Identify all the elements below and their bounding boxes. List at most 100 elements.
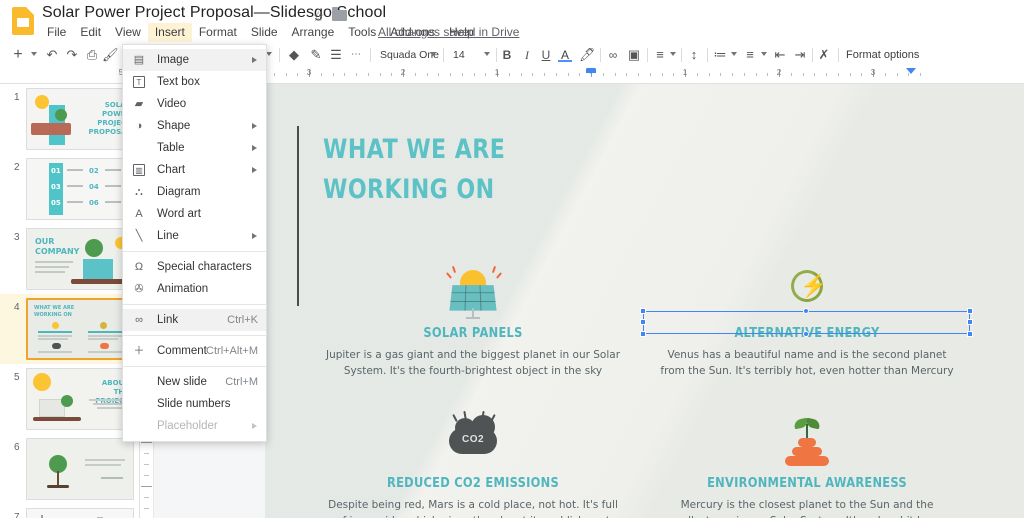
content-cell-solar-panels[interactable]: SOLAR PANELS Jupiter is a gas giant and … bbox=[323, 264, 623, 379]
insert-menu-item-special-characters[interactable]: Ω Special characters bbox=[123, 256, 266, 278]
slide-thumbnail-7[interactable]: 7 bbox=[0, 504, 139, 518]
slide-thumbnail-image[interactable]: SOLAR POWER PROJECT PROPOSAL bbox=[26, 88, 134, 150]
ruler-tick bbox=[144, 475, 149, 476]
clear-formatting-icon[interactable]: ✗ bbox=[816, 47, 832, 63]
slide-canvas-area[interactable]: WHAT WE ARE WORKING ON SOLAR PANELS Jupi… bbox=[140, 84, 1024, 518]
insert-menu-item-line[interactable]: ╲ Line bbox=[123, 225, 266, 247]
slide-thumbnail-3[interactable]: 3 OUR COMPANY bbox=[0, 224, 139, 294]
underline-icon[interactable]: U bbox=[539, 47, 553, 63]
insert-menu-item-animation[interactable]: ✇ Animation bbox=[123, 278, 266, 300]
line-spacing-icon[interactable]: ↕ bbox=[686, 47, 702, 63]
left-indent-marker[interactable] bbox=[586, 68, 596, 74]
new-slide-icon[interactable]: + bbox=[10, 47, 26, 63]
align-dropdown-icon[interactable] bbox=[670, 52, 676, 56]
insert-comment-icon[interactable]: ▣ bbox=[626, 47, 642, 63]
menu-slide[interactable]: Slide bbox=[244, 23, 285, 42]
line-dash-icon[interactable]: ⋯ bbox=[348, 47, 364, 63]
slide-thumbnail-1[interactable]: 1 SOLAR POWER PROJECT PROPOSAL bbox=[0, 84, 139, 154]
insert-menu-item-table[interactable]: Table bbox=[123, 137, 266, 159]
folder-icon[interactable] bbox=[332, 7, 348, 24]
ruler-number: 3 bbox=[870, 68, 876, 77]
new-slide-dropdown-icon[interactable] bbox=[31, 52, 37, 56]
bulleted-list-icon[interactable]: ≡ bbox=[742, 47, 758, 63]
insert-menu-item-link[interactable]: ∞ Link Ctrl+K bbox=[123, 309, 266, 331]
slide-thumbnail-2[interactable]: 2 01 03 05 02 04 06 bbox=[0, 154, 139, 224]
menu-format[interactable]: Format bbox=[192, 23, 244, 42]
menu-file[interactable]: File bbox=[40, 23, 73, 42]
print-icon[interactable]: ⎙ bbox=[84, 47, 100, 63]
menu-tools[interactable]: Tools bbox=[341, 23, 383, 42]
slides-thumbnail-panel[interactable]: 1 SOLAR POWER PROJECT PROPOSAL 2 01 03 05 02 04 06… bbox=[0, 84, 140, 518]
insert-menu-item-slide-numbers[interactable]: Slide numbers bbox=[123, 393, 266, 415]
increase-indent-icon[interactable]: ⇥ bbox=[792, 47, 808, 63]
redo-icon[interactable]: ↷ bbox=[64, 47, 80, 63]
star-icon[interactable]: ☆ bbox=[312, 8, 328, 24]
decrease-indent-icon[interactable]: ⇤ bbox=[772, 47, 788, 63]
menu-insert[interactable]: Insert bbox=[147, 23, 192, 42]
cell-title[interactable]: ALTERNATIVE ENERGY bbox=[675, 326, 939, 341]
content-cell-alternative-energy[interactable]: ⚡ ALTERNATIVE ENERGY Venus has a beautif… bbox=[657, 264, 957, 379]
horizontal-ruler[interactable]: 54321123 bbox=[119, 66, 1024, 83]
bold-icon[interactable]: B bbox=[500, 47, 514, 63]
slide-thumbnail-5[interactable]: 5 ABOUT THEPROJECT bbox=[0, 364, 139, 434]
menu-view[interactable]: View bbox=[108, 23, 148, 42]
insert-menu-dropdown[interactable]: ▤ Image T Text box ▰ Video ◑ Shape Table ▥ Chart ⛬ D… bbox=[122, 44, 267, 442]
insert-menu-item-image[interactable]: ▤ Image bbox=[123, 49, 266, 71]
ruler-tick bbox=[391, 73, 393, 76]
insert-menu-item-new-slide[interactable]: New slide Ctrl+M bbox=[123, 371, 266, 393]
slides-logo-icon bbox=[12, 7, 34, 35]
slide-thumbnail-image[interactable]: ABOUT THEPROJECT bbox=[26, 368, 134, 430]
slide-title[interactable]: WHAT WE ARE WORKING ON bbox=[323, 130, 505, 210]
menu-edit[interactable]: Edit bbox=[73, 23, 108, 42]
image-icon: ▤ bbox=[133, 54, 145, 66]
ruler-number: 1 bbox=[494, 68, 500, 77]
insert-menu-item-label: Video bbox=[157, 98, 187, 110]
ruler-tick bbox=[438, 73, 440, 76]
ruler-tick bbox=[732, 73, 733, 76]
slide-thumbnail-image[interactable]: WHAT WE ARE WORKING ON bbox=[26, 298, 134, 360]
font-size-dropdown-icon[interactable] bbox=[484, 52, 490, 56]
insert-menu-item-label: Animation bbox=[157, 283, 209, 295]
fill-color-icon[interactable]: ◆ bbox=[286, 47, 302, 63]
insert-link-icon[interactable]: ∞ bbox=[605, 47, 621, 63]
insert-menu-item-diagram[interactable]: ⛬ Diagram bbox=[123, 181, 266, 203]
italic-icon[interactable]: I bbox=[520, 47, 534, 63]
font-family-dropdown-icon[interactable] bbox=[430, 52, 436, 56]
format-options-button[interactable]: Format options bbox=[846, 48, 919, 62]
ruler-tick bbox=[802, 73, 804, 76]
insert-menu-item-shape[interactable]: ◑ Shape bbox=[123, 115, 266, 137]
shape-icon: ◑ bbox=[135, 120, 143, 132]
line-weight-icon[interactable]: ☰ bbox=[328, 47, 344, 63]
right-indent-marker[interactable] bbox=[905, 68, 916, 74]
numbered-list-dropdown-icon[interactable] bbox=[731, 52, 737, 56]
undo-icon[interactable]: ↶ bbox=[44, 47, 60, 63]
wordart-icon: A bbox=[135, 208, 143, 220]
save-status[interactable]: All changes saved in Drive bbox=[378, 25, 519, 39]
paint-format-icon[interactable]: 🖌 bbox=[102, 47, 119, 63]
line-color-icon[interactable]: ✎ bbox=[308, 47, 324, 63]
menu-arrange[interactable]: Arrange bbox=[285, 23, 342, 42]
insert-menu-item-comment[interactable]: ＋ Comment Ctrl+Alt+M bbox=[123, 340, 266, 362]
slide-editor[interactable]: WHAT WE ARE WORKING ON SOLAR PANELS Jupi… bbox=[265, 84, 1024, 518]
align-icon[interactable]: ≡ bbox=[652, 47, 668, 63]
content-cell-reduced-co2[interactable]: CO2 REDUCED CO2 EMISSIONS Despite being … bbox=[323, 410, 623, 518]
numbered-list-icon[interactable]: ≔ bbox=[712, 47, 728, 63]
slide-thumbnail-image[interactable]: 01 03 05 02 04 06 bbox=[26, 158, 134, 220]
slide-thumbnail-6[interactable]: 6 bbox=[0, 434, 139, 504]
text-color-icon[interactable]: A bbox=[558, 47, 572, 62]
slide-thumbnail-image[interactable] bbox=[26, 438, 134, 500]
slide-thumbnail-image[interactable]: OUR COMPANY bbox=[26, 228, 134, 290]
font-size-value[interactable]: 14 bbox=[453, 48, 465, 62]
insert-menu-item-word-art[interactable]: A Word art bbox=[123, 203, 266, 225]
highlight-color-icon[interactable]: 🖊 bbox=[579, 47, 596, 63]
insert-menu-item-label: Slide numbers bbox=[157, 398, 231, 410]
slide-thumbnail-image[interactable] bbox=[26, 508, 134, 518]
insert-menu-item-video[interactable]: ▰ Video bbox=[123, 93, 266, 115]
content-cell-environmental-awareness[interactable]: ENVIRONMENTAL AWARENESS Mercury is the c… bbox=[657, 414, 957, 518]
slide-thumbnail-4[interactable]: 4 WHAT WE ARE WORKING ON bbox=[0, 294, 139, 364]
bulleted-list-dropdown-icon[interactable] bbox=[761, 52, 767, 56]
insert-menu-item-text-box[interactable]: T Text box bbox=[123, 71, 266, 93]
ruler-tick bbox=[344, 73, 346, 76]
ruler-tick bbox=[414, 73, 416, 76]
insert-menu-item-chart[interactable]: ▥ Chart bbox=[123, 159, 266, 181]
